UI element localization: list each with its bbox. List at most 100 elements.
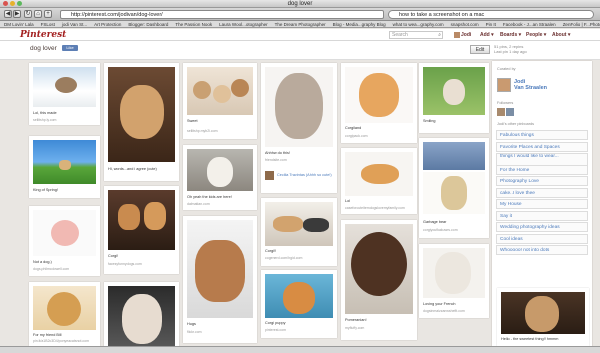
pin-image[interactable] [423, 67, 485, 115]
close-window-icon[interactable] [3, 1, 8, 6]
nav-people[interactable]: People ▾ [526, 31, 546, 39]
pin-source[interactable]: sellitshp.ly.com [33, 118, 96, 122]
address-bar[interactable]: http://pinterest.com/jodivan/dog-lover/ [60, 10, 384, 19]
repinner-avatar[interactable] [265, 171, 274, 180]
sidebar-board-item[interactable]: cake..I love thee [496, 187, 588, 198]
sidebar-board-item[interactable]: Favorite Places and Spaces [496, 141, 588, 152]
pin-image[interactable] [33, 286, 96, 330]
pin-card[interactable]: Smiling [419, 63, 489, 133]
pin-image[interactable] [423, 248, 485, 298]
sidebar-board-item[interactable]: Cool ideas [496, 233, 588, 244]
home-button[interactable]: ⌂ [34, 10, 42, 18]
sidebar-board-item[interactable]: Wedding photography ideas [496, 222, 588, 232]
repinner-text[interactable]: Cecilia Travintas (Ahhh so cute!) [277, 173, 333, 177]
zoom-window-icon[interactable] [17, 1, 22, 6]
bookmark-item[interactable]: FSLost [41, 22, 55, 27]
pin-image[interactable] [108, 286, 175, 350]
forward-button[interactable]: ▶ [13, 10, 21, 18]
pin-card[interactable]: Not a dog.) dogs.philmcdowell.com [29, 206, 100, 276]
pin-image[interactable] [33, 140, 96, 184]
pin-card[interactable]: Corgi!! cogenerd.com/hgid.com [261, 198, 337, 266]
pin-card[interactable]: Loving your French dogsinmaizzanwshefit.… [419, 244, 489, 318]
nav-boards[interactable]: Boards ▾ [500, 31, 521, 39]
sidebar-board-item[interactable]: Whooooo! not into dots [496, 245, 588, 255]
pin-image[interactable] [33, 210, 96, 256]
pin-source[interactable]: pin.it/a1B2c3D4/ponyeacatsnot.com [33, 339, 96, 343]
edit-board-button[interactable]: Edit [470, 45, 490, 54]
pinterest-logo[interactable]: Pinterest [20, 30, 66, 40]
sidebar-board-item[interactable]: For the Home [496, 164, 588, 175]
pin-card[interactable]: Garbage bear corgiyoufkakuwrs.com [419, 138, 489, 238]
pin-image[interactable] [265, 67, 333, 147]
sidebar-board-item[interactable]: Fabulous things [496, 130, 588, 140]
pin-image[interactable] [423, 142, 485, 170]
pin-card[interactable]: For my friend Bill pin.it/a1B2c3D4/ponye… [29, 282, 100, 346]
pinterest-search-input[interactable]: Search ⌕ [389, 31, 443, 39]
pin-card[interactable]: Lol, this made sellitshp.ly.com [29, 63, 100, 125]
bookmark-item[interactable]: what to wea...graphy.com [393, 22, 444, 27]
pin-image[interactable] [501, 292, 585, 334]
pin-card[interactable]: Lol caseforcuteitemdogslovemyfamily.com [341, 148, 417, 214]
pin-card[interactable]: King of Spring! [29, 136, 100, 198]
minimize-window-icon[interactable] [10, 1, 15, 6]
pin-card[interactable]: Corgiland corgipack.com [341, 63, 417, 143]
pin-image[interactable] [345, 152, 413, 196]
bookmark-item[interactable]: Art Protection [94, 22, 121, 27]
pin-image[interactable] [265, 274, 333, 318]
pin-card[interactable]: Ahhhw do this! friendsite.com Cecilia Tr… [261, 63, 337, 193]
pin-image[interactable] [265, 202, 333, 246]
pin-image[interactable] [33, 67, 96, 107]
pin-source[interactable]: corgipack.com [345, 134, 413, 138]
bookmark-item[interactable]: Facebook - J...an Straalen [503, 22, 556, 27]
pin-card[interactable]: Corgi! facesyfunnydogs.com [104, 186, 179, 274]
pin-image[interactable] [345, 67, 413, 123]
pin-source[interactable]: facesyfunnydogs.com [108, 262, 175, 266]
bookmark-item[interactable]: Pin It [486, 22, 496, 27]
nav-about[interactable]: About ▾ [552, 31, 570, 39]
pin-source[interactable]: myfluffy.com [345, 326, 413, 330]
bookmark-item[interactable]: The Passion Nook [175, 22, 212, 27]
sidebar-board-item[interactable]: Photography Love [496, 176, 588, 186]
pin-image[interactable] [187, 149, 253, 191]
pin-card[interactable]: Sweet sellitshp.myb2i.com [183, 63, 257, 139]
pin-source[interactable]: friendsite.com [265, 158, 333, 162]
pin-card[interactable]: Hi, words...and i agree (cute) [104, 63, 179, 181]
pin-image[interactable] [345, 224, 413, 314]
bookmark-item[interactable]: The Dream Photographer [275, 22, 326, 27]
back-button[interactable]: ◀ [4, 10, 12, 18]
pin-source[interactable]: flickr.com [187, 330, 253, 334]
follower-avatar[interactable] [497, 108, 505, 116]
sidebar-board-item[interactable]: My House [496, 199, 588, 209]
pin-source[interactable]: cogenerd.com/hgid.com [265, 256, 333, 260]
browser-search-field[interactable]: how to take a screenshot on a mac [388, 10, 594, 19]
pin-source[interactable]: dogsinmaizzanwshefit.com [423, 309, 485, 313]
pin-source[interactable]: sellitshp.myb2i.com [187, 129, 253, 133]
pin-source[interactable]: dogs.philmcdowell.com [33, 267, 96, 271]
pin-image[interactable] [187, 67, 253, 115]
pin-image[interactable] [187, 220, 253, 318]
bookmark-item[interactable]: Blog - Media...graphy Blog [333, 22, 386, 27]
pin-image[interactable] [108, 190, 175, 250]
bookmark-item[interactable]: ZenFolio | F...Photography [563, 22, 600, 27]
pin-image[interactable] [423, 172, 485, 214]
pin-image[interactable] [108, 67, 175, 162]
pin-card[interactable]: Hello - the sweetest thing!! hmmm [497, 288, 589, 346]
owner-name[interactable]: Jodi Van Straalen [514, 79, 547, 91]
search-icon[interactable]: ⌕ [438, 32, 441, 38]
follower-avatar[interactable] [506, 108, 514, 116]
pin-source[interactable]: dalmatian.com [187, 202, 253, 206]
sidebar-board-item[interactable]: Say it [496, 210, 588, 221]
pin-card[interactable]: Pomeranian! myfluffy.com [341, 220, 417, 340]
add-bookmark-button[interactable]: + [44, 10, 52, 18]
pin-source[interactable]: corgiyoufkakuwrs.com [423, 228, 485, 232]
pin-card[interactable] [104, 282, 179, 352]
pin-card[interactable]: Corgi puppy pinterest.com [261, 270, 337, 338]
bookmark-item[interactable]: DM Lovin' Lala [4, 22, 34, 27]
bookmark-item[interactable]: Laura Wool...otographer [219, 22, 267, 27]
facebook-like-button[interactable]: Like [62, 45, 78, 51]
pin-card[interactable]: Oh yeah the kids are here! dalmatian.com [183, 145, 257, 210]
pin-source[interactable]: pinterest.com [265, 328, 333, 332]
nav-add[interactable]: Add ▾ [480, 31, 494, 39]
pin-source[interactable]: caseforcuteitemdogslovemyfamily.com [345, 206, 413, 210]
owner-avatar[interactable] [497, 78, 511, 92]
